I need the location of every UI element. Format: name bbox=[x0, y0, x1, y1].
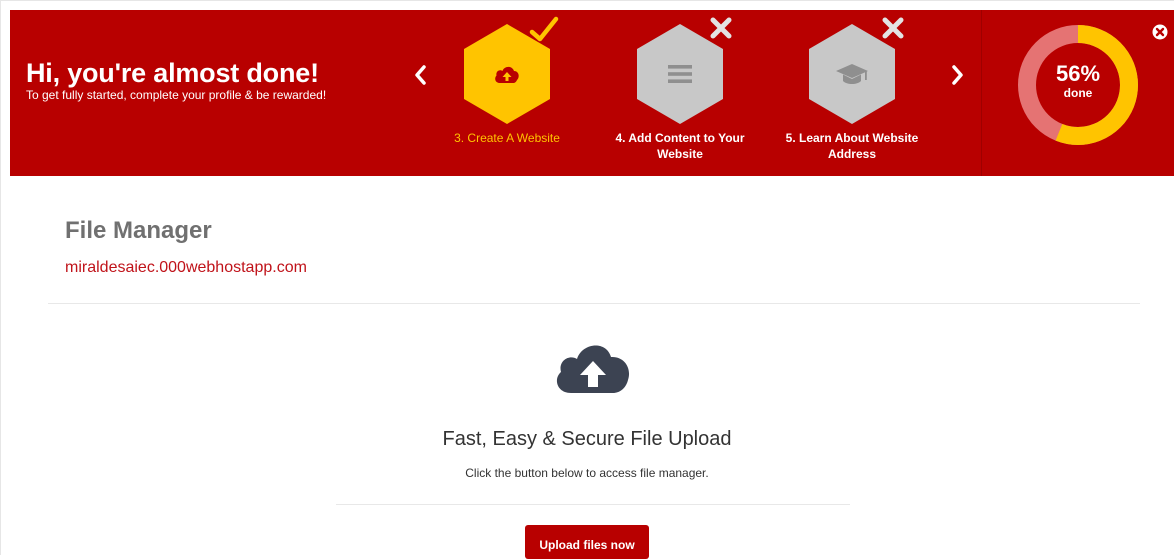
chevron-left-icon bbox=[415, 65, 426, 85]
step-hexagon bbox=[635, 17, 732, 126]
step-learn-address[interactable]: 5. Learn About Website Address bbox=[777, 17, 927, 162]
step-label: 5. Learn About Website Address bbox=[785, 131, 919, 161]
close-mark-icon bbox=[710, 17, 732, 39]
upload-headline: Fast, Easy & Secure File Upload bbox=[442, 428, 732, 450]
step-label: 4. Add Content to Your Website bbox=[615, 131, 745, 161]
lines-icon bbox=[668, 65, 692, 83]
step-create-website[interactable]: 3. Create A Website bbox=[432, 16, 582, 146]
progress-ring: 56% done bbox=[1018, 25, 1138, 145]
close-mark-icon bbox=[882, 17, 904, 39]
progress-done-label: done bbox=[1063, 86, 1093, 100]
progress-percent: 56% bbox=[1055, 61, 1101, 86]
prev-step-button[interactable] bbox=[408, 60, 432, 90]
checkmark-icon bbox=[529, 16, 559, 42]
content-divider bbox=[336, 504, 850, 505]
onboarding-banner: Hi, you're almost done! To get fully sta… bbox=[10, 10, 1174, 176]
step-add-content[interactable]: 4. Add Content to Your Website bbox=[605, 17, 755, 162]
greeting: Hi, you're almost done! To get fully sta… bbox=[26, 58, 326, 102]
banner-divider bbox=[981, 10, 982, 176]
site-domain: miraldesaiec.000webhostapp.com bbox=[65, 259, 307, 276]
page-title: File Manager bbox=[65, 217, 212, 244]
upload-description: Click the button below to access file ma… bbox=[465, 466, 709, 480]
close-circle-icon bbox=[1152, 24, 1168, 40]
greeting-subheading: To get fully started, complete your prof… bbox=[26, 88, 327, 102]
upload-files-button[interactable]: Upload files now bbox=[525, 525, 649, 559]
step-hexagon bbox=[462, 16, 559, 126]
cloud-upload-icon bbox=[495, 66, 519, 83]
close-banner-button[interactable] bbox=[1152, 24, 1168, 40]
section-divider bbox=[48, 303, 1140, 304]
step-label: 3. Create A Website bbox=[454, 131, 560, 145]
greeting-heading: Hi, you're almost done! bbox=[26, 58, 319, 88]
cloud-upload-icon bbox=[556, 345, 630, 393]
next-step-button[interactable] bbox=[946, 60, 970, 90]
graduation-cap-icon bbox=[836, 64, 868, 84]
step-hexagon bbox=[807, 17, 904, 126]
chevron-right-icon bbox=[952, 65, 963, 85]
